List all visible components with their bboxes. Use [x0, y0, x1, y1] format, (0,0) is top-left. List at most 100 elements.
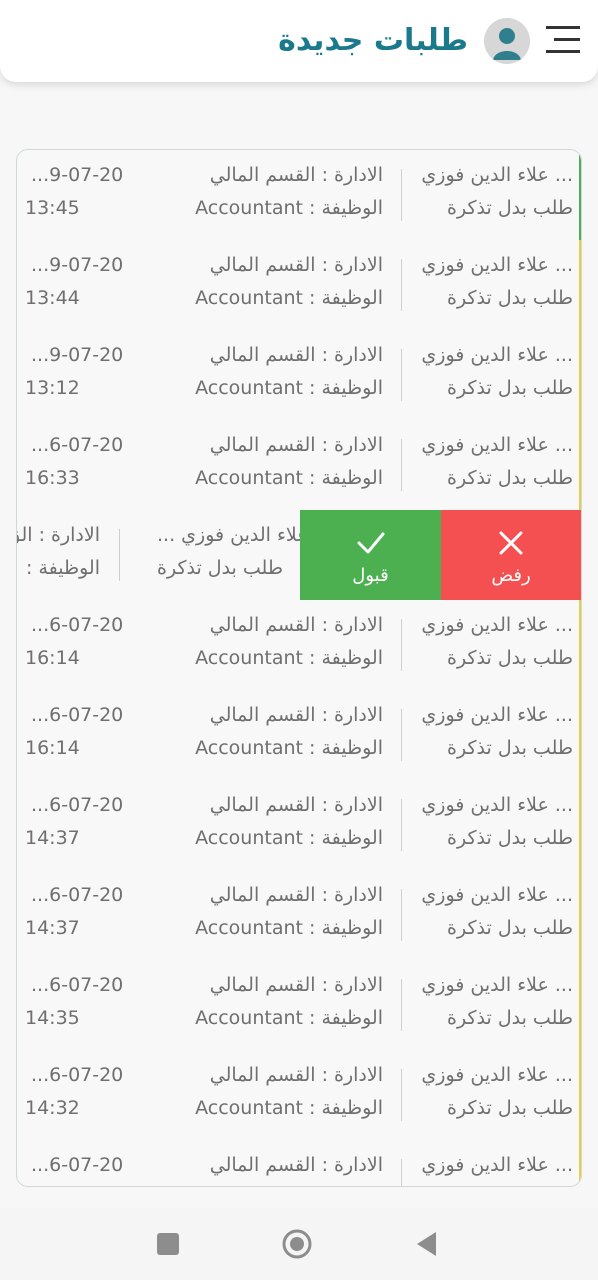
request-type: طلب بدل تذكرة: [447, 377, 573, 399]
job-title: الوظيفة : Accountant: [195, 827, 383, 849]
accept-button[interactable]: قبول: [300, 510, 441, 600]
request-row[interactable]: علاء الدين فوزي ... طلب بدل تذكرة الادار…: [17, 780, 581, 871]
request-type: طلب بدل تذكرة: [447, 827, 573, 849]
requests-list[interactable]: علاء الدين فوزي ... طلب بدل تذكرة الادار…: [16, 149, 582, 1187]
employee-name: علاء الدين فوزي ...: [421, 974, 573, 996]
request-date: ...6-07-20: [31, 1064, 124, 1086]
request-row[interactable]: علاء الدين فوزي ... طلب بدل تذكرة الادار…: [17, 870, 581, 961]
request-type: طلب بدل تذكرة: [447, 737, 573, 759]
row-status-edge: [579, 690, 581, 780]
request-row[interactable]: علاء الدين فوزي ... طلب بدل تذكرة الادار…: [17, 1140, 581, 1186]
employee-name: علاء الدين فوزي ...: [421, 704, 573, 726]
request-time: 13:12: [25, 377, 80, 399]
request-row[interactable]: علاء الدين فوزي ... طلب بدل تذكرة الادار…: [17, 1050, 581, 1141]
request-time: 16:33: [25, 467, 80, 489]
request-time: 16:14: [25, 737, 80, 759]
row-divider: [401, 799, 402, 851]
system-navigation-bar: [0, 1208, 598, 1280]
department: الادارة : الق: [17, 524, 100, 546]
department: الادارة : القسم المالي: [209, 974, 383, 996]
request-time: 14:37: [25, 917, 80, 939]
reject-label: رفض: [491, 565, 531, 586]
job-title: الوظيفة : Accountant: [195, 467, 383, 489]
row-status-edge: [579, 330, 581, 420]
request-row[interactable]: علاء الدين فوزي ... طلب بدل تذكرة الادار…: [17, 600, 581, 691]
accept-label: قبول: [352, 565, 389, 586]
job-title: الوظيفة : Accountant: [195, 197, 383, 219]
department: الادارة : القسم المالي: [209, 1064, 383, 1086]
row-divider: [401, 439, 402, 491]
row-divider: [401, 259, 402, 311]
back-icon[interactable]: [414, 1230, 438, 1258]
row-status-edge: [579, 600, 581, 690]
request-type: طلب بدل تذكرة: [447, 917, 573, 939]
row-status-edge: [579, 420, 581, 510]
row-status-edge: [579, 960, 581, 1050]
request-type: طلب بدل تذكرة: [447, 1185, 573, 1186]
row-divider: [401, 1159, 402, 1186]
row-status-edge: [579, 240, 581, 330]
department: الادارة : القسم المالي: [209, 434, 383, 456]
employee-name: علاء الدين فوزي ...: [421, 884, 573, 906]
request-type: طلب بدل تذكرة: [157, 557, 283, 579]
row-divider: [401, 619, 402, 671]
job-title: الوظيفة : Accountant: [195, 647, 383, 669]
department: الادارة : القسم المالي: [209, 344, 383, 366]
request-time: 14:35: [25, 1007, 80, 1029]
employee-name: علاء الدين فوزي ...: [421, 164, 573, 186]
request-date: ...9-07-20: [31, 344, 124, 366]
request-row[interactable]: علاء الدين فوزي ... طلب بدل تذكرة الادار…: [17, 420, 581, 511]
request-time: 13:44: [25, 287, 80, 309]
request-time: 14:37: [25, 827, 80, 849]
request-type: طلب بدل تذكرة: [447, 287, 573, 309]
home-icon[interactable]: [281, 1228, 313, 1260]
row-status-edge: [579, 1050, 581, 1140]
request-row[interactable]: علاء الدين فوزي ... طلب بدل تذكرة الادار…: [17, 690, 581, 781]
request-row[interactable]: علاء الدين فوزي ... طلب بدل تذكرة الادار…: [17, 330, 581, 421]
row-divider: [401, 979, 402, 1031]
request-date: ...6-07-20: [31, 434, 124, 456]
employee-name: علاء الدين فوزي ...: [421, 344, 573, 366]
request-row[interactable]: علاء الدين فوزي ... طلب بدل تذكرة الادار…: [17, 240, 581, 331]
page-title: طلبات جديدة: [278, 23, 468, 58]
request-date: ...9-07-20: [31, 164, 124, 186]
request-type: طلب بدل تذكرة: [447, 467, 573, 489]
close-icon: [496, 528, 526, 558]
job-title: الوظيفة : Accountant: [195, 737, 383, 759]
request-type: طلب بدل تذكرة: [447, 197, 573, 219]
row-status-edge: [579, 150, 581, 240]
row-divider: [401, 709, 402, 761]
row-divider: [401, 349, 402, 401]
job-title: الوظيفة : Accountant: [195, 917, 383, 939]
request-time: 16:14: [25, 647, 80, 669]
request-date: ...6-07-20: [31, 704, 124, 726]
job-title: الوظيفة :: [26, 557, 100, 579]
department: الادارة : القسم المالي: [209, 704, 383, 726]
employee-name: علاء الدين فوزي ...: [421, 1064, 573, 1086]
request-time: 13:45: [25, 197, 80, 219]
reject-button[interactable]: رفض: [441, 510, 581, 600]
request-type: طلب بدل تذكرة: [447, 1097, 573, 1119]
job-title: الوظيفة : Accountant: [195, 1007, 383, 1029]
department: الادارة : القسم المالي: [209, 254, 383, 276]
user-avatar-icon[interactable]: [484, 18, 530, 64]
request-type: طلب بدل تذكرة: [447, 647, 573, 669]
request-date: ...9-07-20: [31, 254, 124, 276]
request-type: طلب بدل تذكرة: [447, 1007, 573, 1029]
job-title: الوظيفة : Accountant: [195, 377, 383, 399]
job-title: الوظيفة : Accountant: [195, 287, 383, 309]
swiped-request-row[interactable]: الادارة : الق الوظيفة : علاء الدين فوزي …: [17, 510, 581, 601]
employee-name: علاء الدين فوزي ...: [421, 254, 573, 276]
employee-name: علاء الدين فوزي ...: [421, 794, 573, 816]
request-date: ...6-07-20: [31, 884, 124, 906]
row-divider: [119, 529, 120, 581]
request-row[interactable]: علاء الدين فوزي ... طلب بدل تذكرة الادار…: [17, 960, 581, 1051]
row-status-edge: [579, 870, 581, 960]
department: الادارة : القسم المالي: [209, 884, 383, 906]
job-title: الوظيفة : Accountant: [195, 1097, 383, 1119]
row-status-edge: [579, 780, 581, 870]
recent-apps-icon[interactable]: [157, 1233, 179, 1255]
department: الادارة : القسم المالي: [209, 614, 383, 636]
request-row[interactable]: علاء الدين فوزي ... طلب بدل تذكرة الادار…: [17, 150, 581, 241]
hamburger-menu-icon[interactable]: [544, 22, 582, 58]
